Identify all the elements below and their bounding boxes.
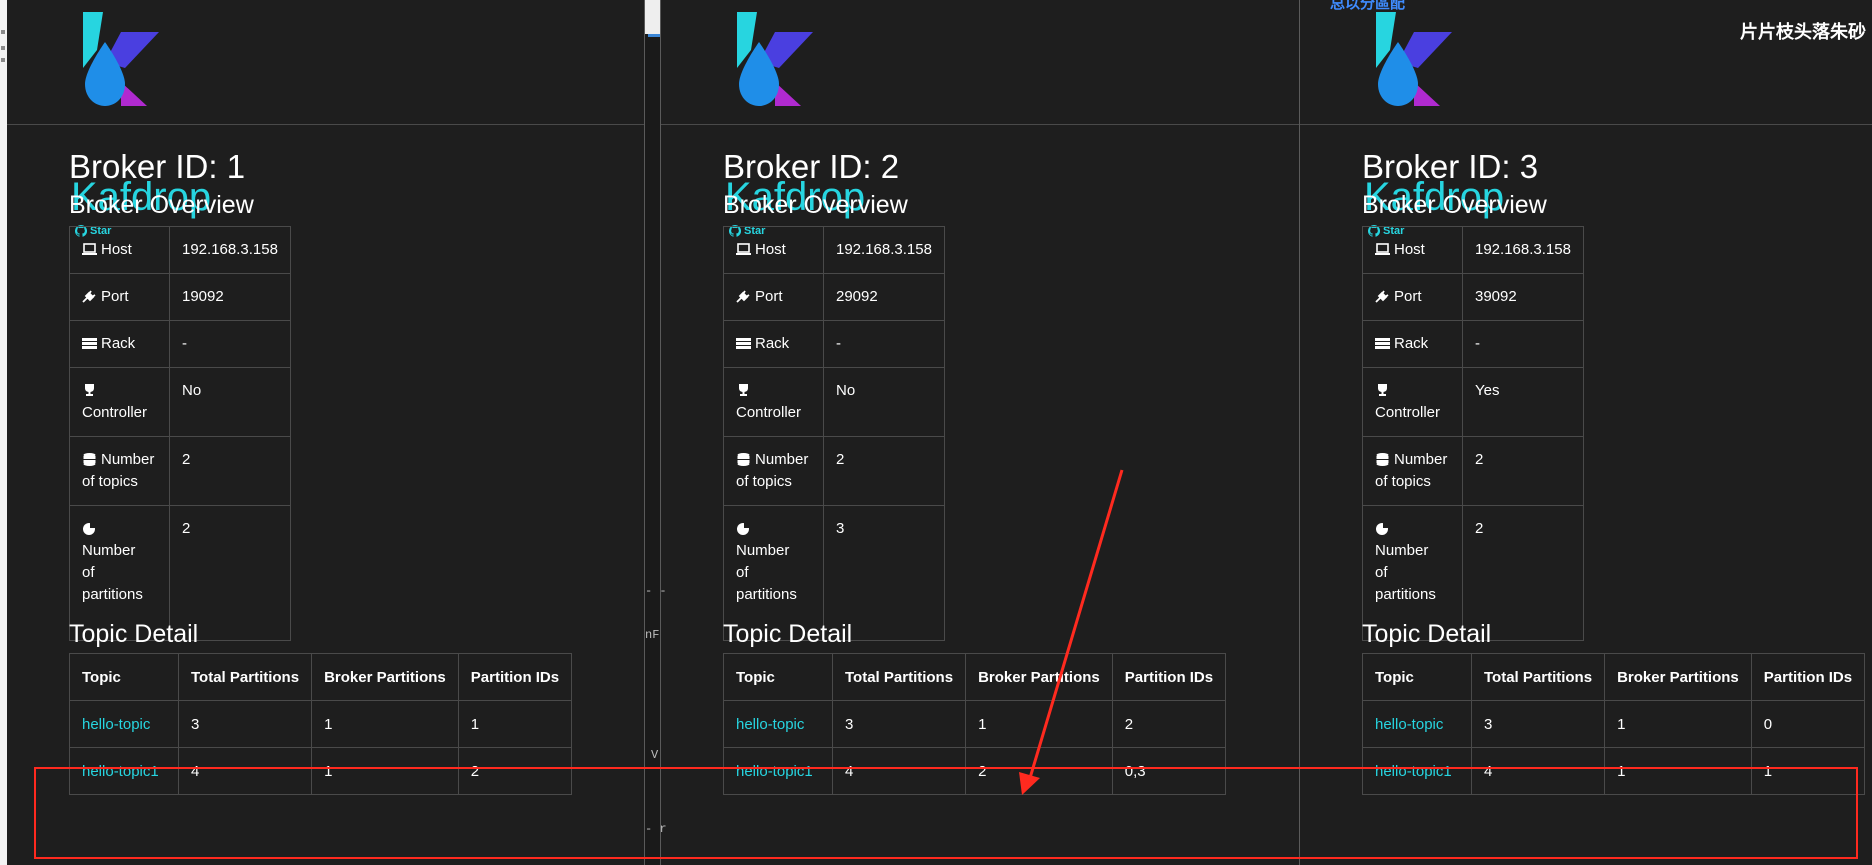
annotation-arrow bbox=[1019, 469, 1124, 795]
